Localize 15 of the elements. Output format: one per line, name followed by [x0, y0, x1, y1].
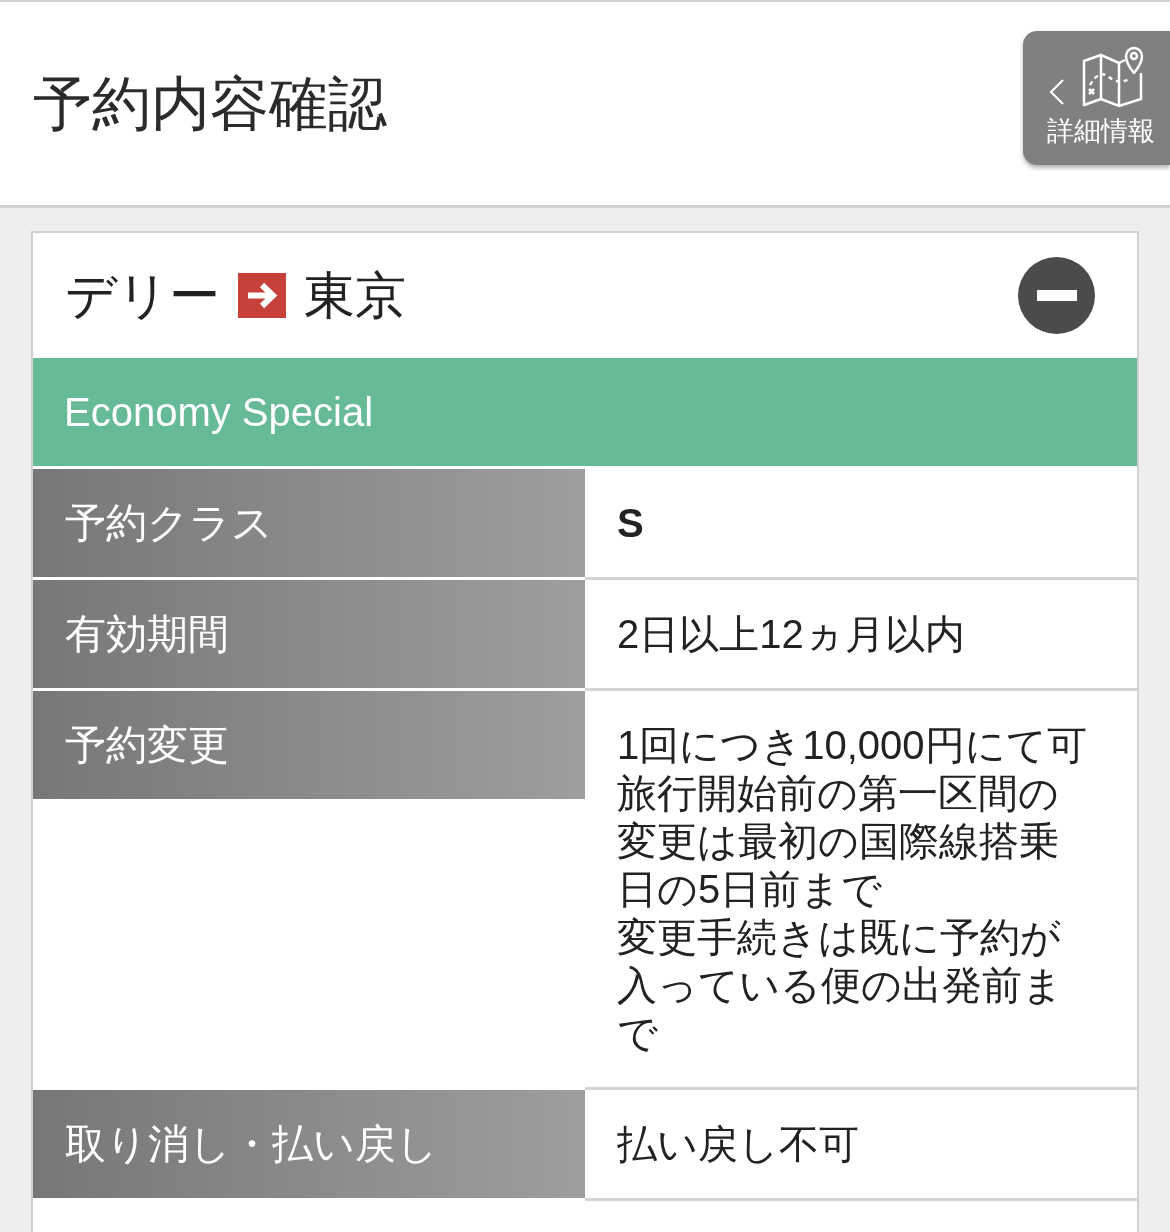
- row-label: 予約クラス: [65, 499, 273, 547]
- origin-city: デリー: [65, 265, 220, 326]
- row-label: 有効期間: [65, 610, 229, 658]
- detail-button[interactable]: 詳細情報: [1023, 31, 1170, 165]
- row-value: 2日以上12ヵ月以内: [617, 611, 966, 658]
- row-label: 取り消し・払い戻し: [65, 1120, 438, 1168]
- minus-icon: [1036, 290, 1077, 301]
- row-value: S: [617, 500, 645, 547]
- destination-city: 東京: [304, 265, 406, 326]
- fare-name: Economy Special: [64, 389, 374, 436]
- page-title: 予約内容確認: [33, 69, 387, 139]
- row-value: 1回につき10,000円にて可 旅行開始前の第一区間の 変更は最初の国際線搭乗 日の5日前まで 変更手続きは既に予約が 入っている便の出発前ま で: [617, 722, 1088, 1057]
- row-value: 払い戻し不可: [617, 1121, 860, 1168]
- chevron-left-icon: [1049, 79, 1065, 105]
- row-label: 予約変更: [65, 721, 229, 769]
